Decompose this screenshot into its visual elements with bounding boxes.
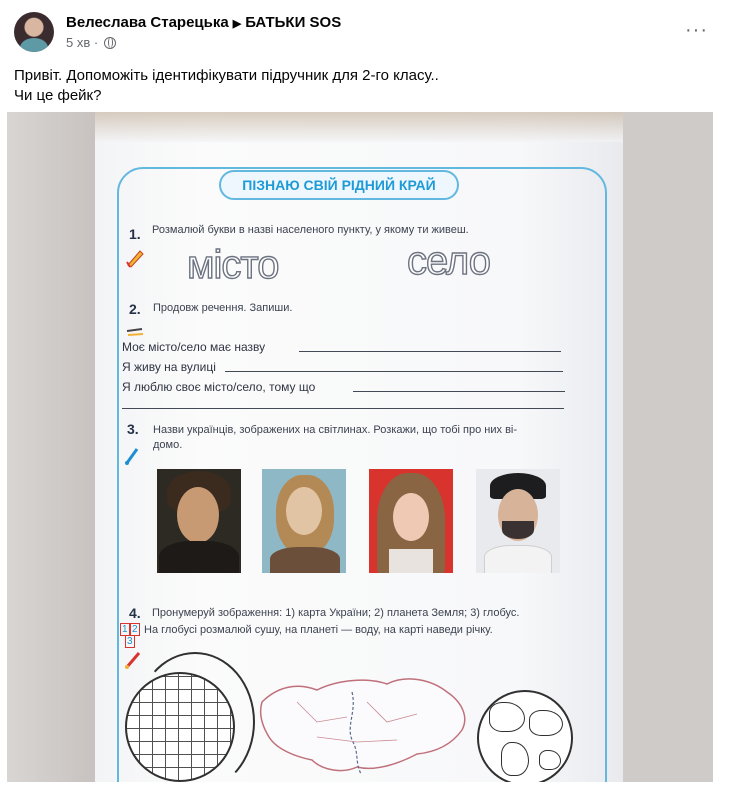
- portrait-photo: [157, 469, 241, 573]
- ukraine-map-illustration: [259, 678, 466, 775]
- number-box: 3: [125, 635, 135, 648]
- task-number: 3.: [127, 421, 139, 437]
- task-text: Продовж речення. Запиши.: [153, 302, 293, 314]
- pencil-icon: [126, 250, 144, 268]
- arrow-right-icon: ▶: [232, 18, 242, 30]
- task-number: 4.: [129, 605, 141, 621]
- globe-icon: [103, 37, 116, 49]
- brush-icon: [125, 448, 139, 465]
- writing-rule: [299, 351, 561, 352]
- author-name[interactable]: Велеслава Старецька: [66, 14, 229, 31]
- brush-icon: [125, 652, 141, 669]
- portrait-photo: [476, 469, 560, 573]
- page-title: ПІЗНАЮ СВІЙ РІДНИЙ КРАЙ: [219, 170, 459, 200]
- task-text: Пронумеруй зображення: 1) карта України;…: [152, 607, 520, 619]
- post-text-line: Чи це фейк?: [14, 87, 102, 104]
- avatar[interactable]: [14, 12, 54, 52]
- task-text: Розмалюй букви в назві населеного пункту…: [152, 224, 469, 236]
- task-text: домо.: [153, 439, 183, 451]
- outline-word-misto: місто: [186, 242, 280, 287]
- task-number: 1.: [129, 226, 141, 242]
- portrait-photo: [262, 469, 346, 573]
- task-text: Назви українців, зображених на світлинах…: [153, 424, 518, 436]
- earth-illustration: [477, 690, 573, 782]
- task-text: На глобусі розмалюй сушу, на планеті — в…: [144, 624, 493, 636]
- sentence-line: Я люблю своє місто/село, тому що: [122, 380, 316, 394]
- post-header: Велеслава Старецька ▶ БАТЬКИ SOS 5 хв · ··…: [14, 12, 718, 56]
- photo-background: [7, 112, 97, 782]
- group-name[interactable]: БАТЬКИ SOS: [245, 14, 341, 31]
- writing-rule: [122, 408, 564, 409]
- sentence-line: Моє місто/село має назву: [122, 340, 266, 354]
- page-shadow: [95, 112, 623, 142]
- task-number: 2.: [129, 301, 141, 317]
- post-text: Привіт. Допоможіть ідентифікувати підруч…: [14, 66, 714, 106]
- post-meta: 5 хв ·: [66, 35, 116, 50]
- post-text-line: Привіт. Допоможіть ідентифікувати підруч…: [14, 67, 439, 84]
- author-line: Велеслава Старецька ▶ БАТЬКИ SOS: [66, 14, 341, 31]
- post-photo[interactable]: ПІЗНАЮ СВІЙ РІДНИЙ КРАЙ 1. Розмалюй букв…: [7, 112, 713, 782]
- writing-rule: [225, 371, 563, 372]
- pen-icon: [126, 328, 144, 336]
- sentence-line: Я живу на вулиці: [122, 360, 216, 374]
- globe-illustration: [125, 672, 235, 782]
- writing-rule: [353, 391, 565, 392]
- outline-word-selo: село: [406, 238, 491, 283]
- more-options-button[interactable]: ···: [685, 20, 708, 40]
- portrait-photo: [369, 469, 453, 573]
- post-time[interactable]: 5 хв: [66, 35, 90, 50]
